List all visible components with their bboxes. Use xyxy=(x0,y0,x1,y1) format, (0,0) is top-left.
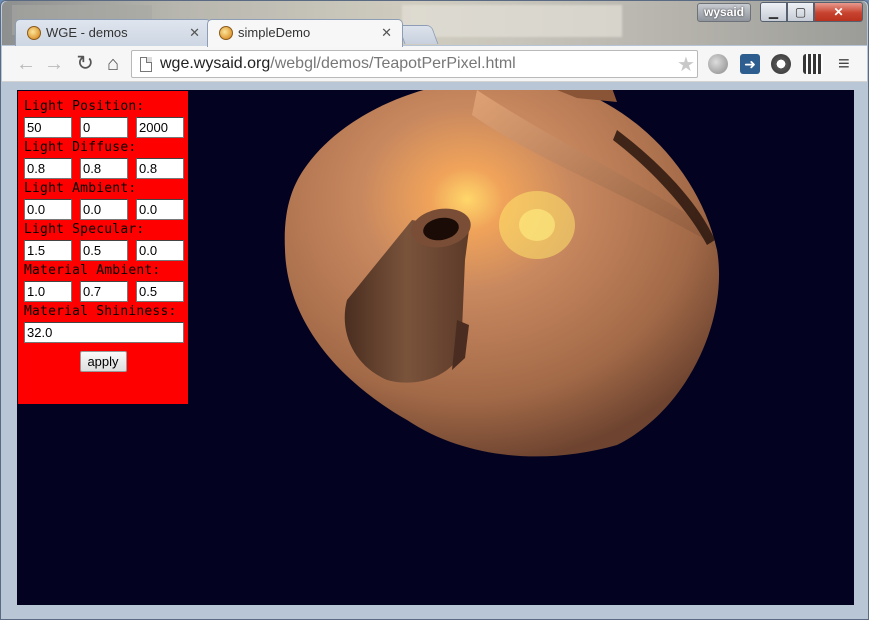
panel-input-row xyxy=(24,117,184,138)
value-input[interactable] xyxy=(80,281,128,302)
value-input[interactable] xyxy=(80,240,128,261)
browser-toolbar: ← → ↻ ⌂ wge.wysaid.org/webgl/demos/Teapo… xyxy=(2,46,867,82)
panel-input-row xyxy=(24,158,184,179)
teapot-body xyxy=(284,90,720,457)
tab-close-icon[interactable]: ✕ xyxy=(381,20,392,46)
value-input[interactable] xyxy=(136,158,184,179)
value-input[interactable] xyxy=(24,117,72,138)
minimize-button[interactable]: ▁ xyxy=(760,2,787,22)
panel-input-row xyxy=(24,281,184,302)
address-bar[interactable]: wge.wysaid.org/webgl/demos/TeapotPerPixe… xyxy=(131,50,698,78)
value-input[interactable] xyxy=(24,199,72,220)
new-tab-button[interactable] xyxy=(397,25,439,44)
panel-input-row xyxy=(24,199,184,220)
qr-code-icon[interactable] xyxy=(803,54,823,74)
evernote-icon[interactable] xyxy=(771,54,791,74)
url-host: wge.wysaid.org xyxy=(160,55,271,72)
value-input[interactable] xyxy=(24,158,72,179)
panel-label: Material Shininess: xyxy=(24,304,177,319)
profile-button[interactable]: wysaid xyxy=(697,3,751,22)
share-icon[interactable]: ➜ xyxy=(740,54,760,74)
teapot-favicon-icon xyxy=(219,26,233,40)
panel-label: Light Specular: xyxy=(24,222,145,237)
bookmark-star-icon[interactable]: ★ xyxy=(677,52,695,77)
tab-close-icon[interactable]: ✕ xyxy=(189,20,200,46)
panel-input-row xyxy=(24,322,184,343)
value-input[interactable] xyxy=(24,281,72,302)
panel-label: Light Ambient: xyxy=(24,181,137,196)
maximize-button[interactable]: ▢ xyxy=(787,2,814,22)
panel-label: Light Diffuse: xyxy=(24,140,137,155)
forward-arrow-icon[interactable]: → xyxy=(42,52,66,76)
tab-title: simpleDemo xyxy=(238,25,311,40)
value-input[interactable] xyxy=(24,322,184,343)
value-input[interactable] xyxy=(80,199,128,220)
page-icon xyxy=(140,57,152,72)
reload-icon[interactable]: ↻ xyxy=(73,52,97,76)
tab-simple-demo[interactable]: simpleDemo ✕ xyxy=(207,19,403,47)
teapot-favicon-icon xyxy=(27,26,41,40)
value-input[interactable] xyxy=(24,240,72,261)
panel-input-row xyxy=(24,240,184,261)
home-icon[interactable]: ⌂ xyxy=(101,52,125,76)
panel-label: Light Position: xyxy=(24,99,145,114)
tab-wge-demos[interactable]: WGE - demos ✕ xyxy=(15,19,211,46)
url-text[interactable]: wge.wysaid.org/webgl/demos/TeapotPerPixe… xyxy=(160,55,516,73)
panel-label: Material Ambient: xyxy=(24,263,161,278)
value-input[interactable] xyxy=(136,240,184,261)
value-input[interactable] xyxy=(80,158,128,179)
value-input[interactable] xyxy=(136,117,184,138)
back-arrow-icon[interactable]: ← xyxy=(14,52,38,76)
value-input[interactable] xyxy=(80,117,128,138)
browser-window: wysaid ▁ ▢ ✕ WGE - demos ✕ simpleDemo ✕ … xyxy=(0,0,869,620)
url-path: /webgl/demos/TeapotPerPixel.html xyxy=(270,55,516,72)
tab-title: WGE - demos xyxy=(46,25,128,40)
value-input[interactable] xyxy=(136,199,184,220)
globe-icon[interactable] xyxy=(708,54,728,74)
value-input[interactable] xyxy=(136,281,184,302)
menu-icon[interactable]: ≡ xyxy=(838,53,850,76)
lighting-control-panel: Light Position: Light Diffuse: Light Ambie… xyxy=(18,91,188,404)
webgl-canvas[interactable]: Light Position: Light Diffuse: Light Ambie… xyxy=(17,90,854,605)
close-window-button[interactable]: ✕ xyxy=(814,2,863,22)
apply-button[interactable]: apply xyxy=(79,351,127,372)
